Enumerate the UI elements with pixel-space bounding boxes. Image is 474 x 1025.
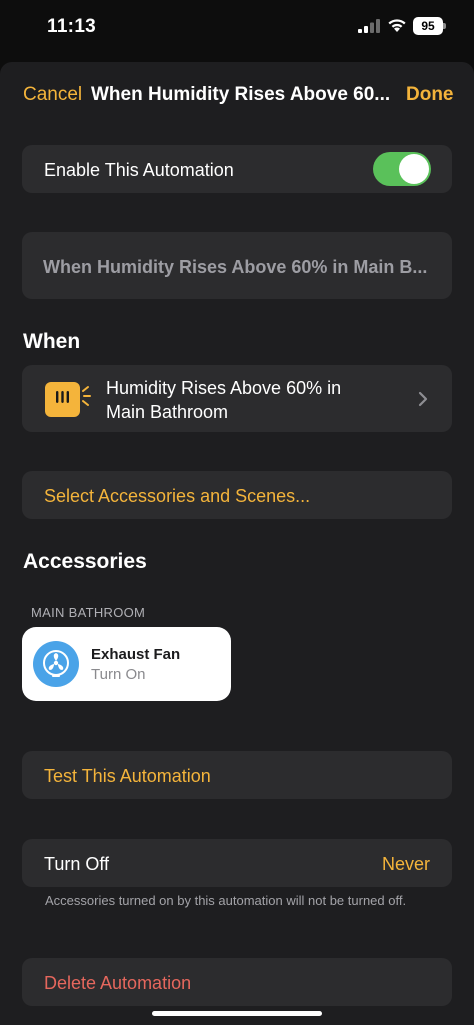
cancel-button[interactable]: Cancel [23, 84, 82, 106]
test-automation-button[interactable]: Test This Automation [22, 751, 452, 799]
home-indicator[interactable] [152, 1011, 322, 1016]
automation-name-value[interactable]: When Humidity Rises Above 60% in Main B.… [43, 257, 438, 278]
trigger-line-1: Humidity Rises Above 60% in [106, 378, 342, 398]
accessories-section-title: Accessories [23, 550, 147, 573]
turn-off-value: Never [381, 854, 430, 874]
turn-off-row[interactable]: Turn Off Never [22, 839, 452, 887]
delete-automation-button[interactable]: Delete Automation [22, 958, 452, 1006]
accessory-name: Exhaust Fan [91, 646, 181, 663]
test-automation-label: Test This Automation [44, 766, 211, 786]
cellular-signal-icon [358, 19, 380, 33]
fan-icon [33, 641, 79, 687]
enable-automation-toggle[interactable] [373, 152, 431, 186]
delete-automation-label: Delete Automation [44, 973, 192, 993]
chevron-right-icon [418, 391, 428, 407]
trigger-line-2: Main Bathroom [106, 402, 229, 422]
turn-off-footnote: Accessories turned on by this automation… [45, 893, 407, 908]
trigger-description: Humidity Rises Above 60% in Main Bathroo… [106, 376, 396, 424]
humidity-sensor-icon [45, 382, 91, 417]
turn-off-label: Turn Off [44, 854, 110, 874]
status-time: 11:13 [47, 16, 97, 37]
select-accessories-button[interactable]: Select Accessories and Scenes... [22, 471, 452, 519]
accessory-tile-exhaust-fan[interactable]: Exhaust Fan Turn On [22, 627, 231, 701]
battery-tip [443, 23, 446, 29]
battery-icon: 95 [413, 17, 443, 35]
sheet-title: When Humidity Rises Above 60... [91, 84, 391, 105]
select-accessories-label: Select Accessories and Scenes... [44, 486, 311, 506]
enable-automation-label: Enable This Automation [44, 160, 234, 180]
when-section-title: When [23, 330, 81, 353]
done-button[interactable]: Done [406, 84, 454, 106]
room-group-label: MAIN BATHROOM [31, 605, 146, 620]
accessory-state: Turn On [91, 666, 146, 683]
toggle-knob [399, 154, 429, 184]
wifi-icon [388, 19, 406, 32]
status-bar: 11:13 95 [0, 0, 474, 56]
